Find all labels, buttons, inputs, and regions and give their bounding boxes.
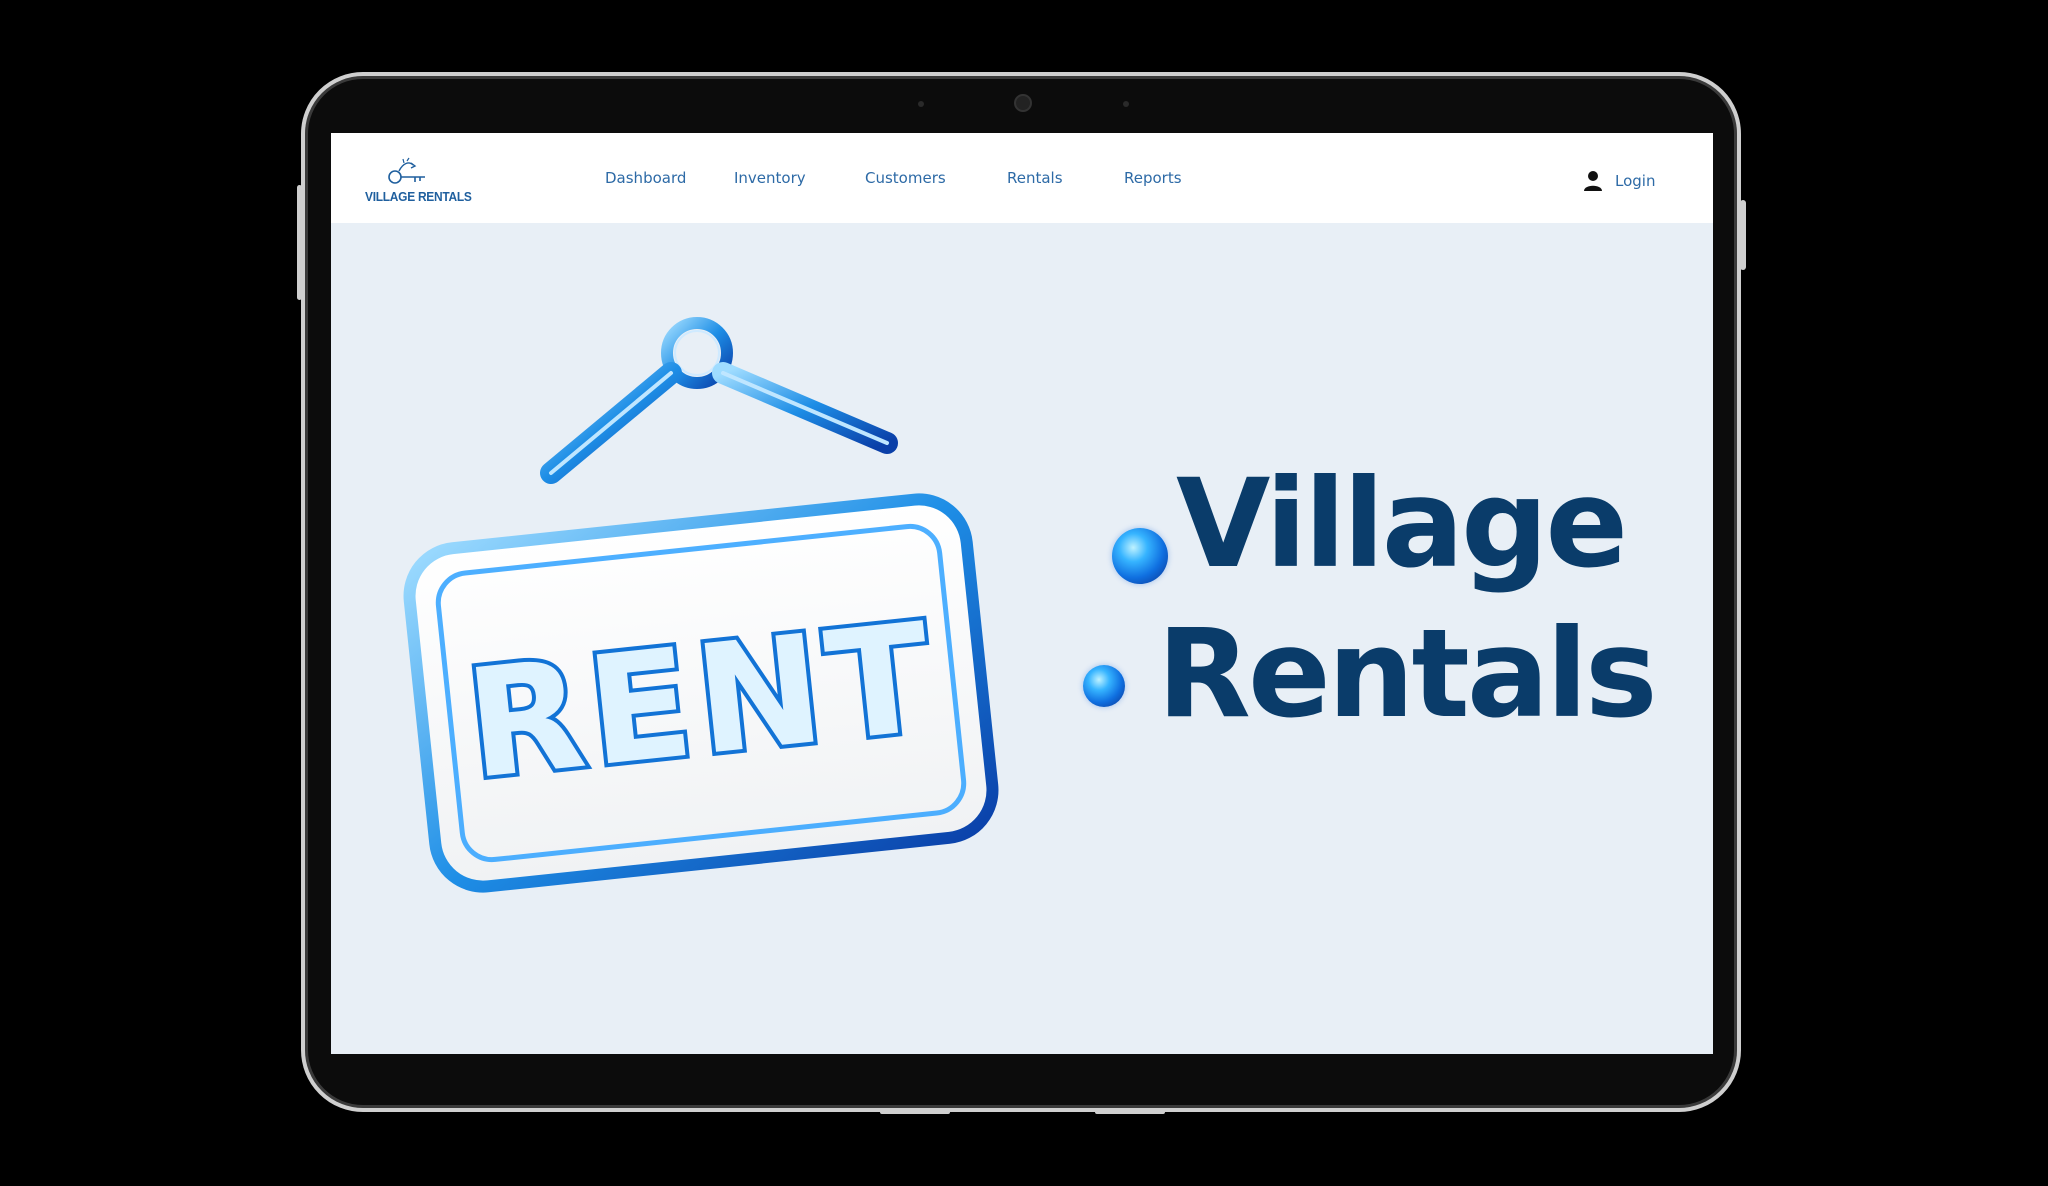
hero-title-line2: Rentals bbox=[1157, 603, 1658, 745]
front-sensor bbox=[1123, 101, 1129, 107]
brand-name: VILLAGE RENTALS bbox=[365, 189, 472, 204]
decorative-orb bbox=[1083, 665, 1125, 707]
nav-inventory[interactable]: Inventory bbox=[734, 169, 806, 187]
front-camera bbox=[1014, 94, 1032, 112]
nav-dashboard[interactable]: Dashboard bbox=[605, 169, 686, 187]
rent-sign-illustration: RENT bbox=[403, 317, 999, 893]
brand-logo[interactable]: VILLAGE RENTALS bbox=[365, 157, 472, 209]
nav-rentals[interactable]: Rentals bbox=[1007, 169, 1063, 187]
top-navbar: VILLAGE RENTALS Dashboard Inventory Cust… bbox=[331, 133, 1713, 223]
key-logo-icon bbox=[388, 157, 425, 184]
hero-title-line1: Village bbox=[1176, 453, 1628, 595]
tablet-side-button bbox=[297, 185, 302, 300]
nav-customers[interactable]: Customers bbox=[865, 169, 946, 187]
tablet-side-button bbox=[1740, 200, 1746, 270]
login-label: Login bbox=[1615, 172, 1656, 190]
login-button[interactable]: Login bbox=[1583, 169, 1655, 193]
front-sensor bbox=[918, 101, 924, 107]
user-icon bbox=[1584, 171, 1602, 191]
nav-reports[interactable]: Reports bbox=[1124, 169, 1182, 187]
decorative-orb bbox=[1112, 528, 1168, 584]
app-screen: VILLAGE RENTALS Dashboard Inventory Cust… bbox=[331, 133, 1713, 1054]
tablet-bottom-button bbox=[880, 1110, 950, 1114]
tablet-bottom-button bbox=[1095, 1110, 1165, 1114]
